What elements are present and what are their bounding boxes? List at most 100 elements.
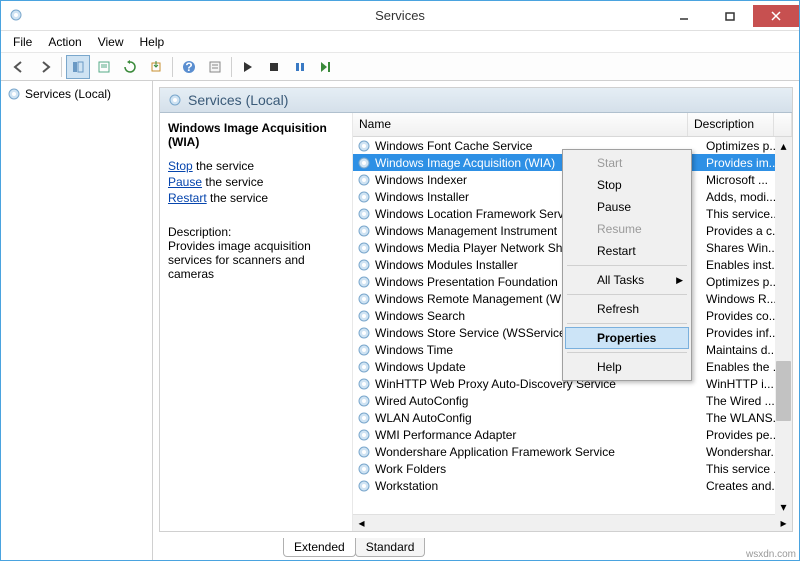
tree-item-label: Services (Local) bbox=[25, 87, 111, 101]
toolbar: ? bbox=[1, 53, 799, 81]
context-properties-label: Properties bbox=[597, 331, 656, 345]
tab-standard[interactable]: Standard bbox=[355, 538, 426, 557]
separator bbox=[567, 352, 687, 353]
service-icon bbox=[357, 173, 371, 187]
separator bbox=[567, 323, 687, 324]
scroll-left-button[interactable]: ◂ bbox=[353, 515, 370, 531]
service-icon bbox=[357, 139, 371, 153]
tree-pane: Services (Local) bbox=[1, 81, 153, 560]
separator bbox=[61, 57, 62, 77]
export-button[interactable] bbox=[144, 55, 168, 79]
stop-service-button[interactable] bbox=[262, 55, 286, 79]
description-text: Provides image acquisition services for … bbox=[168, 239, 344, 281]
pane-header-title: Services (Local) bbox=[188, 92, 288, 108]
service-list: Name Description Windows Font Cache Serv… bbox=[352, 113, 792, 531]
service-icon bbox=[357, 428, 371, 442]
forward-button[interactable] bbox=[33, 55, 57, 79]
app-icon bbox=[9, 8, 25, 24]
service-icon bbox=[357, 224, 371, 238]
tree-item-services-local[interactable]: Services (Local) bbox=[5, 85, 148, 103]
export-list-button[interactable] bbox=[92, 55, 116, 79]
service-icon bbox=[357, 241, 371, 255]
window-title: Services bbox=[375, 8, 425, 23]
service-row[interactable]: WMI Performance AdapterProvides pe... bbox=[353, 426, 792, 443]
context-refresh[interactable]: Refresh bbox=[565, 298, 689, 320]
service-name: Workstation bbox=[375, 479, 706, 493]
service-name: Wondershare Application Framework Servic… bbox=[375, 445, 706, 459]
service-row[interactable]: Work FoldersThis service ... bbox=[353, 460, 792, 477]
tab-extended[interactable]: Extended bbox=[283, 538, 356, 557]
menu-help[interactable]: Help bbox=[132, 33, 173, 51]
context-properties[interactable]: Properties bbox=[565, 327, 689, 349]
pane-header: Services (Local) bbox=[160, 88, 792, 113]
column-header-description[interactable]: Description bbox=[688, 113, 774, 136]
service-name: Work Folders bbox=[375, 462, 706, 476]
body: Services (Local) Services (Local) Window… bbox=[1, 81, 799, 560]
svg-text:?: ? bbox=[185, 60, 192, 74]
minimize-button[interactable] bbox=[661, 5, 707, 27]
hscroll-track[interactable] bbox=[370, 515, 775, 531]
right-pane: Services (Local) Windows Image Acquisiti… bbox=[153, 81, 799, 560]
service-row[interactable]: Wondershare Application Framework Servic… bbox=[353, 443, 792, 460]
context-pause[interactable]: Pause bbox=[565, 196, 689, 218]
restart-link[interactable]: Restart bbox=[168, 191, 207, 205]
scroll-thumb[interactable] bbox=[776, 361, 791, 421]
service-icon bbox=[357, 309, 371, 323]
view-tabs: Extended Standard bbox=[153, 538, 799, 560]
window-controls bbox=[661, 5, 799, 27]
maximize-button[interactable] bbox=[707, 5, 753, 27]
column-headers: Name Description bbox=[353, 113, 792, 137]
scroll-down-button[interactable]: ▾ bbox=[775, 498, 792, 515]
service-row[interactable]: WorkstationCreates and... bbox=[353, 477, 792, 494]
restart-service-button[interactable] bbox=[314, 55, 338, 79]
properties-button[interactable] bbox=[203, 55, 227, 79]
detail-pane: Windows Image Acquisition (WIA) Stop the… bbox=[160, 113, 352, 531]
service-icon bbox=[357, 377, 371, 391]
service-icon bbox=[357, 394, 371, 408]
description-label: Description: bbox=[168, 225, 344, 239]
service-name: Wired AutoConfig bbox=[375, 394, 706, 408]
start-service-button[interactable] bbox=[236, 55, 260, 79]
plain-text: the service bbox=[207, 191, 268, 205]
plain-text: the service bbox=[193, 159, 254, 173]
refresh-button[interactable] bbox=[118, 55, 142, 79]
service-icon bbox=[357, 360, 371, 374]
separator bbox=[567, 265, 687, 266]
menu-file[interactable]: File bbox=[5, 33, 40, 51]
context-menu: Start Stop Pause Resume Restart All Task… bbox=[562, 149, 692, 381]
service-row[interactable]: WLAN AutoConfigThe WLANS... bbox=[353, 409, 792, 426]
context-restart[interactable]: Restart bbox=[565, 240, 689, 262]
close-button[interactable] bbox=[753, 5, 799, 27]
pause-service-button[interactable] bbox=[288, 55, 312, 79]
context-all-tasks[interactable]: All Tasks▶ bbox=[565, 269, 689, 291]
column-header-name[interactable]: Name bbox=[353, 113, 688, 136]
context-stop[interactable]: Stop bbox=[565, 174, 689, 196]
separator bbox=[567, 294, 687, 295]
horizontal-scrollbar[interactable]: ◂ ▸ bbox=[353, 514, 792, 531]
back-button[interactable] bbox=[7, 55, 31, 79]
service-icon bbox=[357, 462, 371, 476]
pause-link[interactable]: Pause bbox=[168, 175, 202, 189]
menu-view[interactable]: View bbox=[90, 33, 132, 51]
service-icon bbox=[357, 156, 371, 170]
scroll-right-button[interactable]: ▸ bbox=[775, 515, 792, 531]
service-icon bbox=[357, 343, 371, 357]
service-icon bbox=[357, 207, 371, 221]
show-hide-tree-button[interactable] bbox=[66, 55, 90, 79]
submenu-arrow-icon: ▶ bbox=[676, 275, 683, 286]
service-row[interactable]: Wired AutoConfigThe Wired ... bbox=[353, 392, 792, 409]
service-icon bbox=[168, 93, 182, 107]
selected-service-name: Windows Image Acquisition (WIA) bbox=[168, 121, 344, 149]
scroll-up-button[interactable]: ▴ bbox=[775, 137, 792, 154]
vertical-scrollbar[interactable]: ▴ ▾ bbox=[775, 137, 792, 515]
separator bbox=[172, 57, 173, 77]
help-button[interactable]: ? bbox=[177, 55, 201, 79]
service-icon bbox=[357, 479, 371, 493]
context-help[interactable]: Help bbox=[565, 356, 689, 378]
separator bbox=[231, 57, 232, 77]
service-icon bbox=[357, 411, 371, 425]
stop-link[interactable]: Stop bbox=[168, 159, 193, 173]
service-icon bbox=[357, 292, 371, 306]
menu-action[interactable]: Action bbox=[40, 33, 89, 51]
watermark: wsxdn.com bbox=[746, 549, 796, 560]
